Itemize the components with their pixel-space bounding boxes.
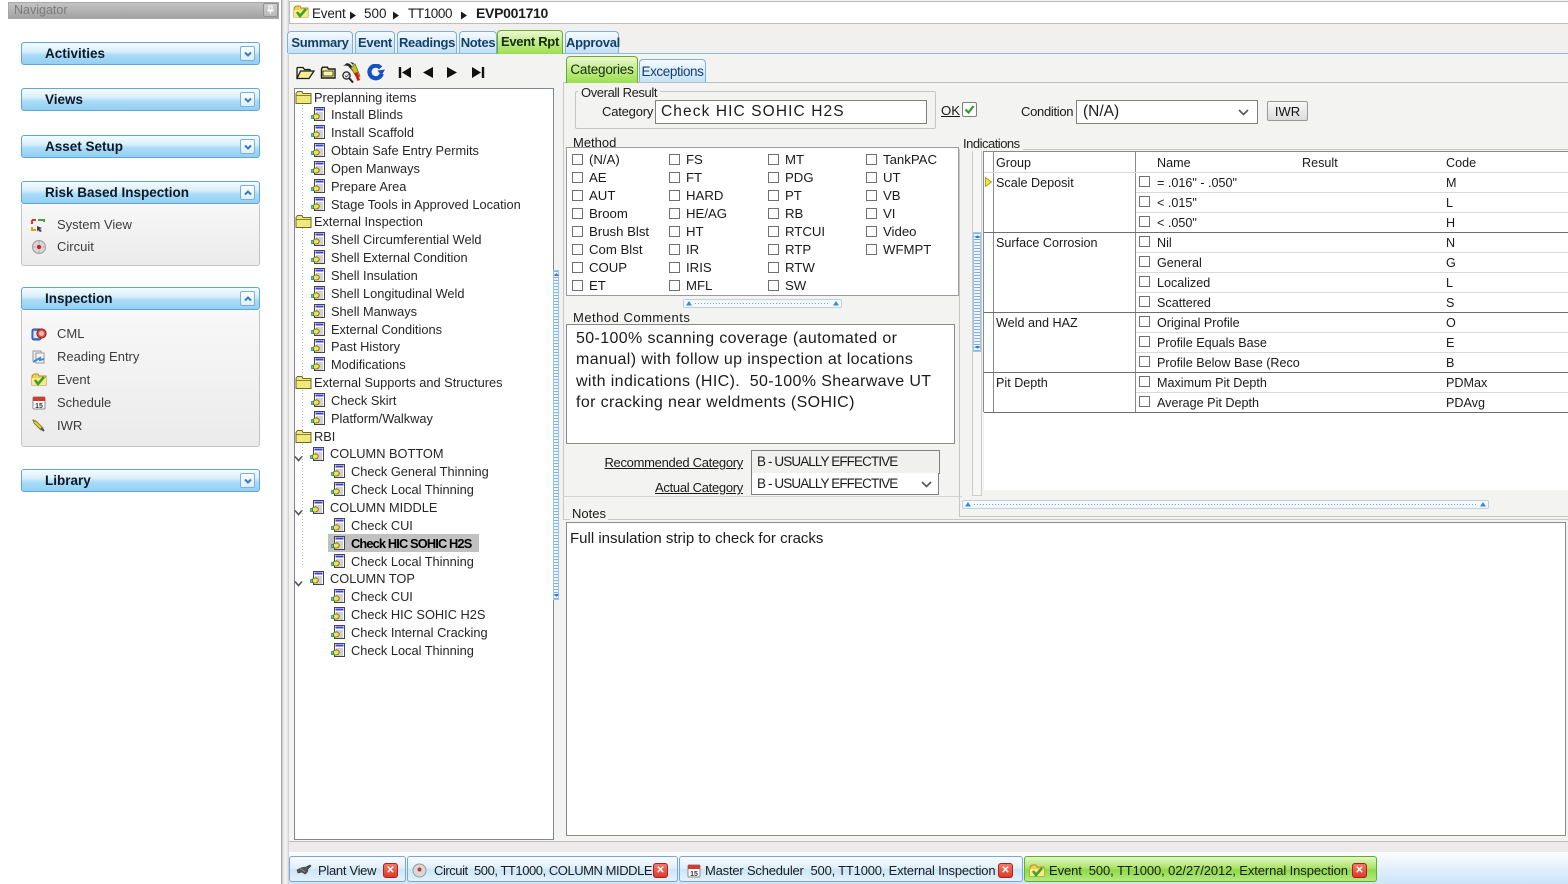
svg-text:15: 15 bbox=[690, 871, 698, 878]
svg-text:15: 15 bbox=[35, 403, 43, 410]
